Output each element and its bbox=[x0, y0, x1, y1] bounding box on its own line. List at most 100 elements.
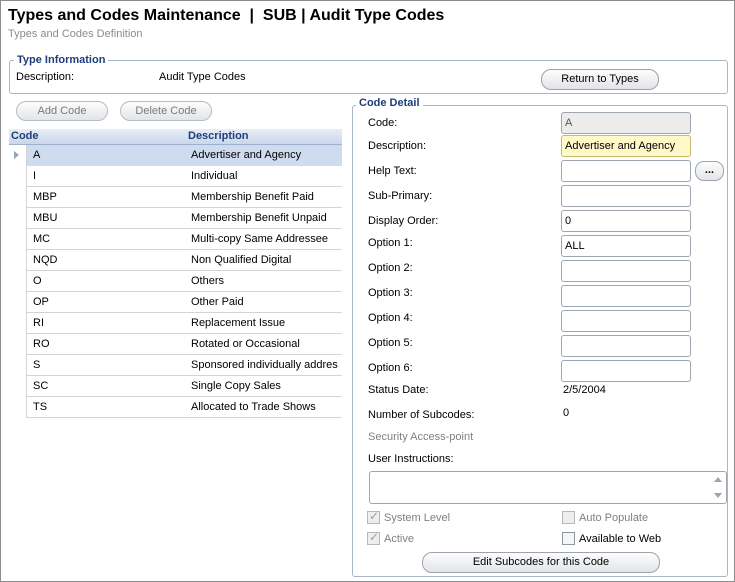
row-selector[interactable] bbox=[9, 229, 27, 250]
option-2-field[interactable] bbox=[561, 260, 691, 282]
table-row[interactable]: SC Single Copy Sales bbox=[9, 376, 342, 397]
display-order-label: Display Order: bbox=[368, 215, 439, 227]
code-cell: MBU bbox=[33, 212, 58, 224]
add-code-button[interactable]: Add Code bbox=[16, 101, 108, 121]
status-date-label: Status Date: bbox=[368, 384, 429, 396]
table-row[interactable]: NQD Non Qualified Digital bbox=[9, 250, 342, 271]
code-cell: SC bbox=[33, 380, 49, 392]
help-text-browse-button[interactable]: ... bbox=[695, 161, 724, 181]
auto-populate-label: Auto Populate bbox=[579, 512, 649, 524]
code-cell: NQD bbox=[33, 254, 58, 266]
option-1-label: Option 1: bbox=[368, 237, 413, 249]
grid-header: Code Description bbox=[9, 129, 342, 145]
description-cell: Rotated or Occasional bbox=[191, 338, 300, 350]
option-4-field[interactable] bbox=[561, 310, 691, 332]
description-cell: Single Copy Sales bbox=[191, 380, 281, 392]
description-cell: Allocated to Trade Shows bbox=[191, 401, 316, 413]
user-instructions-textarea[interactable] bbox=[369, 471, 727, 504]
codes-grid: Code Description A Advertiser and Agency I… bbox=[9, 129, 342, 418]
code-cell: O bbox=[33, 275, 42, 287]
code-cell: S bbox=[33, 359, 41, 371]
description-cell: Membership Benefit Paid bbox=[191, 191, 314, 203]
code-cell: OP bbox=[33, 296, 49, 308]
row-selector[interactable] bbox=[9, 271, 27, 292]
sub-primary-field[interactable] bbox=[561, 185, 691, 207]
display-order-field[interactable]: 0 bbox=[561, 210, 691, 232]
description-cell: Non Qualified Digital bbox=[191, 254, 292, 266]
number-of-subcodes-value: 0 bbox=[563, 407, 570, 419]
code-cell: I bbox=[33, 170, 37, 182]
table-row[interactable]: A Advertiser and Agency bbox=[9, 145, 342, 166]
available-to-web-checkbox[interactable] bbox=[562, 532, 575, 545]
row-selector[interactable] bbox=[9, 208, 27, 229]
table-row[interactable]: MBU Membership Benefit Unpaid bbox=[9, 208, 342, 229]
user-instructions-label: User Instructions: bbox=[368, 453, 454, 465]
scroll-up-icon[interactable] bbox=[714, 477, 722, 482]
option-1-field[interactable]: ALL bbox=[561, 235, 691, 257]
row-selector[interactable] bbox=[9, 292, 27, 313]
option-2-label: Option 2: bbox=[368, 262, 413, 274]
system-level-label: System Level bbox=[384, 512, 451, 524]
scroll-down-icon[interactable] bbox=[714, 493, 722, 498]
type-description-value: Audit Type Codes bbox=[159, 71, 246, 83]
table-row[interactable]: OP Other Paid bbox=[9, 292, 342, 313]
description-cell: Multi-copy Same Addressee bbox=[191, 233, 328, 245]
table-row[interactable]: TS Allocated to Trade Shows bbox=[9, 397, 342, 418]
option-6-field[interactable] bbox=[561, 360, 691, 382]
row-selector[interactable] bbox=[9, 187, 27, 208]
description-label: Description: bbox=[368, 140, 427, 152]
type-information-legend: Type Information bbox=[14, 54, 109, 66]
help-text-field[interactable] bbox=[561, 160, 691, 182]
checkmark-icon: ✓ bbox=[369, 509, 380, 523]
option-4-label: Option 4: bbox=[368, 312, 413, 324]
row-selector[interactable] bbox=[9, 313, 27, 334]
option-5-label: Option 5: bbox=[368, 337, 413, 349]
row-selector[interactable] bbox=[9, 250, 27, 271]
table-row[interactable]: O Others bbox=[9, 271, 342, 292]
current-row-arrow-icon bbox=[14, 151, 19, 159]
code-cell: RO bbox=[33, 338, 50, 350]
active-checkbox[interactable]: ✓ bbox=[367, 530, 380, 545]
user-instructions-scrollbar[interactable] bbox=[711, 473, 725, 502]
page-title: Types and Codes Maintenance | SUB | Audi… bbox=[8, 7, 445, 24]
security-access-point-label: Security Access-point bbox=[368, 431, 474, 443]
checkmark-icon: ✓ bbox=[369, 530, 380, 544]
option-6-label: Option 6: bbox=[368, 362, 413, 374]
type-description-label: Description: bbox=[16, 71, 75, 83]
table-row[interactable]: MC Multi-copy Same Addressee bbox=[9, 229, 342, 250]
system-level-checkbox[interactable]: ✓ bbox=[367, 509, 380, 524]
table-row[interactable]: RI Replacement Issue bbox=[9, 313, 342, 334]
row-selector[interactable] bbox=[9, 376, 27, 397]
code-field: A bbox=[561, 112, 691, 134]
auto-populate-checkbox[interactable] bbox=[562, 511, 575, 524]
description-cell: Advertiser and Agency bbox=[187, 145, 342, 166]
code-cell: MBP bbox=[33, 191, 57, 203]
description-cell: Sponsored individually addres bbox=[191, 359, 338, 371]
row-selector[interactable] bbox=[9, 145, 27, 166]
option-3-label: Option 3: bbox=[368, 287, 413, 299]
row-selector[interactable] bbox=[9, 397, 27, 418]
option-5-field[interactable] bbox=[561, 335, 691, 357]
column-header-code[interactable]: Code bbox=[11, 130, 39, 142]
row-selector[interactable] bbox=[9, 334, 27, 355]
page-subtitle: Types and Codes Definition bbox=[8, 28, 143, 40]
edit-subcodes-button[interactable]: Edit Subcodes for this Code bbox=[422, 552, 660, 573]
code-label: Code: bbox=[368, 117, 398, 129]
window-frame: Types and Codes Maintenance | SUB | Audi… bbox=[0, 0, 735, 582]
number-of-subcodes-label: Number of Subcodes: bbox=[368, 409, 475, 421]
row-selector[interactable] bbox=[9, 355, 27, 376]
description-field[interactable]: Advertiser and Agency bbox=[561, 135, 691, 157]
table-row[interactable]: I Individual bbox=[9, 166, 342, 187]
row-selector[interactable] bbox=[9, 166, 27, 187]
option-3-field[interactable] bbox=[561, 285, 691, 307]
code-detail-legend: Code Detail bbox=[356, 97, 423, 109]
delete-code-button[interactable]: Delete Code bbox=[120, 101, 212, 121]
available-to-web-label: Available to Web bbox=[579, 533, 662, 545]
description-cell: Membership Benefit Unpaid bbox=[191, 212, 327, 224]
table-row[interactable]: MBP Membership Benefit Paid bbox=[9, 187, 342, 208]
description-cell: Replacement Issue bbox=[191, 317, 286, 329]
table-row[interactable]: S Sponsored individually addres bbox=[9, 355, 342, 376]
return-to-types-button[interactable]: Return to Types bbox=[541, 69, 659, 90]
column-header-description[interactable]: Description bbox=[188, 130, 249, 142]
table-row[interactable]: RO Rotated or Occasional bbox=[9, 334, 342, 355]
